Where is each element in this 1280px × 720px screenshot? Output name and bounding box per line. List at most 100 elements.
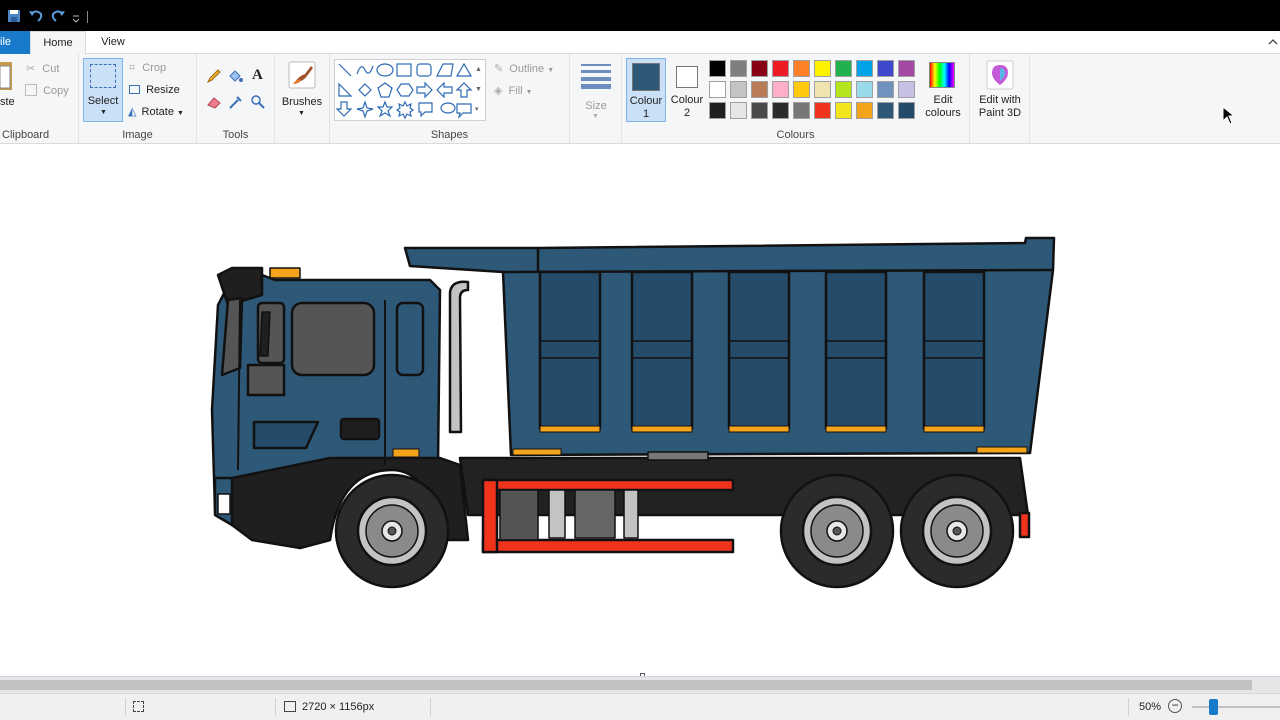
status-divider-3: [430, 698, 431, 716]
fill-bucket-icon[interactable]: [227, 68, 243, 84]
collapse-ribbon-icon[interactable]: [1268, 38, 1278, 46]
image-dimensions: 2720 × 1156px: [302, 701, 375, 713]
size-button[interactable]: Size ▼: [574, 58, 618, 122]
pencil-icon[interactable]: [206, 68, 222, 84]
rotate-label: Rotate: [141, 106, 174, 118]
zoom-slider-thumb[interactable]: [1209, 699, 1218, 715]
colour1-label-line1: Colour: [629, 95, 663, 107]
front-wheel: [334, 473, 450, 589]
colour2-label-line1: Colour: [670, 94, 704, 106]
resize-icon: [129, 85, 140, 94]
undo-icon[interactable]: [28, 8, 44, 24]
save-icon[interactable]: [7, 8, 21, 24]
colour2-button[interactable]: Colour 2: [668, 58, 706, 122]
resize-button[interactable]: Resize: [129, 84, 180, 96]
outline-dropdown-icon: ▼: [547, 67, 555, 74]
fill-button[interactable]: ◈ Fill ▼: [494, 84, 533, 97]
palette-swatch[interactable]: [814, 81, 831, 98]
eraser-icon[interactable]: [206, 94, 222, 110]
shapes-gallery[interactable]: [334, 59, 486, 121]
palette-swatch[interactable]: [835, 60, 852, 77]
palette-swatch[interactable]: [856, 102, 873, 119]
redo-icon[interactable]: [50, 8, 66, 24]
edit-colours-button[interactable]: Edit colours: [922, 58, 964, 122]
zoom-slider-track[interactable]: [1192, 706, 1280, 708]
palette-swatch[interactable]: [856, 60, 873, 77]
colour-palette: [709, 60, 921, 122]
title-bar: [0, 0, 1280, 31]
colour1-button[interactable]: Colour 1: [626, 58, 666, 122]
tab-file[interactable]: ile: [0, 31, 30, 54]
colour-picker-icon[interactable]: [228, 94, 244, 110]
select-button[interactable]: Select ▼: [83, 58, 123, 122]
palette-swatch[interactable]: [709, 102, 726, 119]
crop-label: Crop: [142, 62, 167, 74]
paste-button[interactable]: ste: [0, 60, 18, 120]
palette-swatch[interactable]: [772, 102, 789, 119]
palette-swatch[interactable]: [730, 102, 747, 119]
group-image: Select ▼ ⌗ Crop Resize ◭ Rotate ▼ Image: [79, 54, 197, 144]
shapes-scroll-arrows[interactable]: ▲ ▼ ▾: [475, 60, 482, 120]
palette-swatch[interactable]: [751, 102, 768, 119]
magnifier-icon[interactable]: [250, 94, 266, 110]
copy-button[interactable]: Copy: [25, 84, 69, 97]
select-label: Select: [87, 95, 119, 107]
outline-button[interactable]: ✎ Outline ▼: [494, 62, 554, 75]
image-group-label: Image: [122, 129, 153, 141]
paste-icon: [0, 62, 12, 90]
paint3d-label-line2: Paint 3D: [978, 107, 1022, 119]
palette-swatch[interactable]: [835, 81, 852, 98]
ribbon-tabs: ile Home View: [0, 31, 1280, 55]
edit-with-paint3d-button[interactable]: Edit with Paint 3D: [972, 58, 1028, 122]
edit-colours-label-line2: colours: [925, 107, 961, 119]
customize-qat-icon[interactable]: [71, 8, 81, 24]
palette-swatch[interactable]: [709, 81, 726, 98]
horizontal-scrollbar[interactable]: [0, 676, 1280, 693]
palette-swatch[interactable]: [814, 102, 831, 119]
palette-swatch[interactable]: [709, 60, 726, 77]
palette-swatch[interactable]: [751, 81, 768, 98]
title-separator: [87, 11, 88, 23]
palette-swatch[interactable]: [814, 60, 831, 77]
text-tool-icon[interactable]: A: [252, 67, 263, 84]
horizontal-scrollbar-thumb[interactable]: [0, 680, 1252, 690]
palette-swatch[interactable]: [793, 81, 810, 98]
paste-label: ste: [0, 96, 15, 108]
brushes-button[interactable]: Brushes ▼: [279, 58, 325, 122]
fill-icon: ◈: [494, 85, 503, 97]
palette-swatch[interactable]: [877, 81, 894, 98]
tab-view[interactable]: View: [90, 31, 136, 54]
edit-colours-label-line1: Edit: [933, 94, 953, 106]
cut-label: Cut: [42, 63, 60, 75]
palette-swatch[interactable]: [730, 60, 747, 77]
palette-swatch[interactable]: [730, 81, 747, 98]
palette-swatch[interactable]: [751, 60, 768, 77]
group-size: Size ▼: [570, 54, 622, 144]
canvas-area[interactable]: [0, 145, 1280, 678]
palette-swatch[interactable]: [877, 60, 894, 77]
colour1-swatch: [632, 63, 660, 91]
cut-button[interactable]: ✂ Cut: [26, 62, 59, 75]
palette-swatch[interactable]: [898, 60, 915, 77]
palette-swatch[interactable]: [898, 81, 915, 98]
rotate-button[interactable]: ◭ Rotate ▼: [128, 105, 184, 118]
select-icon: [90, 64, 116, 88]
tab-home[interactable]: Home: [30, 31, 86, 55]
outline-icon: ✎: [494, 63, 504, 75]
zoom-out-icon[interactable]: −: [1168, 699, 1182, 713]
palette-swatch[interactable]: [877, 102, 894, 119]
tab-file-label: ile: [0, 36, 12, 48]
status-divider-4: [1128, 698, 1129, 716]
crop-button[interactable]: ⌗ Crop: [129, 62, 166, 75]
select-dropdown-icon: ▼: [100, 109, 107, 116]
palette-swatch[interactable]: [856, 81, 873, 98]
palette-swatch[interactable]: [772, 60, 789, 77]
dump-truck-drawing[interactable]: [0, 145, 1280, 675]
palette-swatch[interactable]: [835, 102, 852, 119]
palette-swatch[interactable]: [772, 81, 789, 98]
palette-swatch[interactable]: [793, 102, 810, 119]
size-dropdown-icon: ▼: [592, 113, 599, 120]
palette-swatch[interactable]: [898, 102, 915, 119]
zoom-level: 50%: [1139, 701, 1162, 713]
palette-swatch[interactable]: [793, 60, 810, 77]
